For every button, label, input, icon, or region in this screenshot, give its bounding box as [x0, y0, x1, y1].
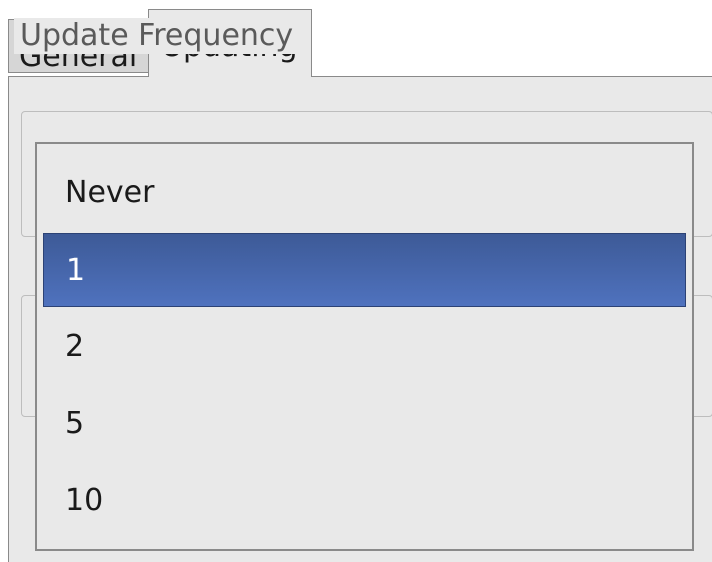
- preferences-window: General Updating Update Frequency Never …: [0, 0, 712, 562]
- update-frequency-dropdown-list[interactable]: Never 1 2 5 10: [35, 142, 694, 551]
- option-never[interactable]: Never: [43, 156, 686, 230]
- option-5-label: 5: [65, 406, 85, 441]
- option-10-label: 10: [65, 483, 104, 518]
- option-2[interactable]: 2: [43, 310, 686, 384]
- option-10[interactable]: 10: [43, 464, 686, 538]
- option-1-label: 1: [66, 253, 86, 288]
- option-2-label: 2: [65, 329, 85, 364]
- update-frequency-legend: Update Frequency: [14, 18, 300, 54]
- option-5[interactable]: 5: [43, 387, 686, 461]
- option-1[interactable]: 1: [43, 233, 686, 307]
- option-never-label: Never: [65, 175, 155, 210]
